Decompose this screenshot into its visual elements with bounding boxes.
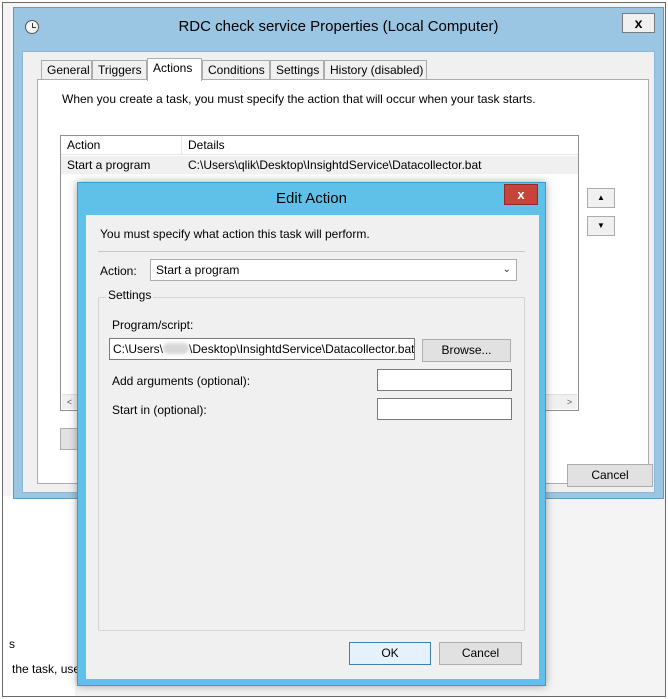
move-down-button[interactable]: ▼: [587, 216, 615, 236]
edit-action-dialog: Edit Action x You must specify what acti…: [77, 182, 546, 686]
row-details: C:\Users\qlik\Desktop\InsightdService\Da…: [188, 158, 482, 172]
chevron-down-icon: ⌄: [502, 264, 511, 275]
column-header-details[interactable]: Details: [182, 136, 225, 155]
startin-label: Start in (optional):: [112, 403, 207, 417]
screenshot-frame: s the task, use RDC check service Proper…: [2, 2, 666, 697]
row-action: Start a program: [67, 158, 151, 172]
tab-triggers[interactable]: Triggers: [92, 60, 147, 80]
panel-description: When you create a task, you must specify…: [62, 92, 536, 106]
triangle-up-icon: ▲: [597, 193, 605, 202]
program-label: Program/script:: [112, 318, 194, 332]
list-header: Action Details: [61, 136, 578, 155]
tab-settings[interactable]: Settings: [270, 60, 324, 80]
close-button[interactable]: x: [504, 184, 538, 205]
move-up-button[interactable]: ▲: [587, 188, 615, 208]
tab-conditions[interactable]: Conditions: [202, 60, 270, 80]
tab-general[interactable]: General: [41, 60, 92, 80]
arguments-input[interactable]: [377, 369, 512, 391]
divider: [98, 251, 525, 252]
browse-button[interactable]: Browse...: [422, 339, 511, 362]
cancel-button[interactable]: Cancel: [439, 642, 522, 665]
action-select-value: Start a program: [156, 263, 240, 277]
redacted-username: [163, 343, 190, 354]
ok-button[interactable]: OK: [349, 642, 431, 665]
tab-history[interactable]: History (disabled): [324, 60, 427, 80]
program-input[interactable]: C:\Users\ \Desktop\InsightdService\Dataco…: [109, 338, 415, 360]
close-button[interactable]: x: [622, 13, 655, 33]
dialog-body: You must specify what action this task w…: [86, 215, 539, 679]
background-text: s: [9, 637, 15, 651]
action-select[interactable]: Start a program ⌄: [150, 259, 517, 281]
program-value-prefix: C:\Users\: [113, 342, 164, 356]
program-value-suffix: \Desktop\InsightdService\Datacollector.b…: [189, 342, 415, 356]
arguments-label: Add arguments (optional):: [112, 374, 251, 388]
column-header-action[interactable]: Action: [61, 136, 181, 155]
action-label: Action:: [100, 264, 137, 278]
triangle-down-icon: ▼: [597, 221, 605, 230]
scroll-right-button[interactable]: >: [562, 395, 577, 409]
settings-label: Settings: [106, 288, 154, 302]
background-text: the task, use: [12, 662, 81, 676]
table-row[interactable]: Start a program C:\Users\qlik\Desktop\In…: [61, 156, 578, 174]
scroll-left-button[interactable]: <: [62, 395, 77, 409]
dialog-description: You must specify what action this task w…: [100, 227, 370, 241]
dialog-title: Edit Action: [276, 190, 347, 207]
cancel-button[interactable]: Cancel: [567, 464, 653, 487]
startin-input[interactable]: [377, 398, 512, 420]
tab-actions[interactable]: Actions: [147, 58, 202, 81]
window-title: RDC check service Properties (Local Comp…: [178, 18, 499, 35]
